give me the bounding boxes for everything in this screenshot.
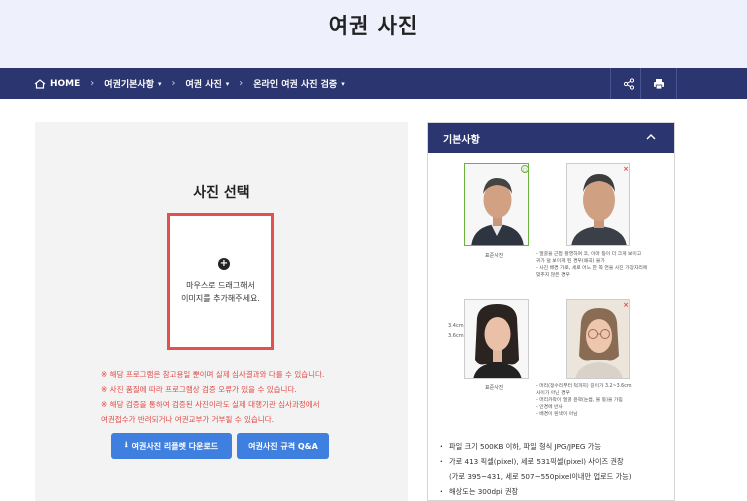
basic-info-header[interactable]: 기본사항 bbox=[428, 123, 674, 153]
upload-title: 사진 선택 bbox=[193, 185, 250, 201]
example-description: - 얼굴을 근접 촬영하여 코, 이마 등이 더 크게 보이고 귀가 덜 보이게… bbox=[536, 252, 648, 278]
example-description: - 머리(정수리부터 턱까지) 길이가 3.2~3.6cm 사이가 아닌 경우 … bbox=[536, 384, 632, 417]
chevron-up-icon[interactable] bbox=[645, 131, 657, 143]
breadcrumb-separator: › bbox=[171, 78, 176, 89]
basic-info-title: 기본사항 bbox=[443, 135, 480, 146]
dropzone-hint-line1: 마우스로 드래그해서 bbox=[186, 281, 255, 290]
breadcrumb-passport-photo[interactable]: 여권 사진 ▾ bbox=[185, 77, 230, 91]
warning-note: ※ 사진 품질에 따라 프로그램상 검증 오류가 있을 수 있습니다. bbox=[101, 385, 297, 394]
warning-note: ※ 해당 검증을 통하여 검증된 사진이라도 실제 대행기관 심사과정에서 bbox=[101, 400, 320, 409]
page: 여권 사진 HOME › 여권기본사항 ▾ › 여권 사진 ▾ › 온라인 여권 bbox=[0, 0, 747, 501]
example-photo-bad-woman bbox=[566, 299, 630, 379]
breadcrumb-separator: › bbox=[90, 78, 95, 89]
breadcrumb-separator: › bbox=[239, 78, 244, 89]
photo-requirements-list: 파일 크기 500KB 이하, 파일 형식 JPG/JPEG 가능 가로 413… bbox=[440, 439, 670, 499]
download-leaflet-label: 여권사진 리플렛 다운로드 bbox=[131, 441, 219, 451]
photo-upload-panel: 사진 선택 + 마우스로 드래그해서 이미지를 추가해주세요. ※ 해당 프로그… bbox=[35, 122, 408, 501]
share-icon bbox=[623, 77, 634, 90]
woman-portrait-icon bbox=[465, 300, 528, 378]
requirement-item: 파일 크기 500KB 이하, 파일 형식 JPG/JPEG 가능 bbox=[440, 439, 670, 454]
breadcrumb-passport-photo-label: 여권 사진 bbox=[185, 80, 222, 90]
page-title: 여권 사진 bbox=[328, 14, 419, 38]
caret-down-icon: ▾ bbox=[225, 79, 230, 88]
man-closeup-portrait-icon bbox=[567, 164, 629, 245]
invalid-mark-icon: × bbox=[623, 301, 629, 309]
print-button[interactable] bbox=[640, 68, 676, 99]
download-icon: ⭳ bbox=[124, 440, 128, 449]
dropzone-hint-line2: 이미지를 추가해주세요. bbox=[181, 294, 260, 303]
caret-down-icon: ▾ bbox=[341, 79, 345, 88]
example-photo-standard-woman bbox=[464, 299, 529, 379]
dimension-label: 3.6cm bbox=[448, 333, 464, 339]
basic-info-panel: 기본사항 ○ 표준사진 × - 얼굴을 근접 촬영하여 코, 이마 등이 더 크… bbox=[427, 122, 675, 501]
dropzone-hint: 마우스로 드래그해서 이미지를 추가해주세요. bbox=[170, 279, 271, 305]
image-dropzone[interactable]: + 마우스로 드래그해서 이미지를 추가해주세요. bbox=[167, 213, 274, 350]
photo-spec-qa-label: 여권사진 규격 Q&A bbox=[248, 441, 318, 451]
caret-down-icon: ▾ bbox=[157, 79, 162, 88]
valid-mark-icon: ○ bbox=[521, 165, 529, 173]
breadcrumb-online-verify-label: 온라인 여권 사진 검증 bbox=[253, 80, 338, 90]
breadcrumb: HOME › 여권기본사항 ▾ › 여권 사진 ▾ › 온라인 여권 사진 검증… bbox=[34, 68, 345, 99]
example-caption: 표준사진 bbox=[485, 385, 504, 391]
add-icon: + bbox=[218, 258, 230, 270]
breadcrumb-passport-basics-label: 여권기본사항 bbox=[104, 80, 154, 90]
example-photo-bad-man bbox=[566, 163, 630, 246]
breadcrumb-bar: HOME › 여권기본사항 ▾ › 여권 사진 ▾ › 온라인 여권 사진 검증… bbox=[0, 68, 747, 99]
example-caption: 표준사진 bbox=[485, 253, 504, 259]
breadcrumb-passport-basics[interactable]: 여권기본사항 ▾ bbox=[104, 77, 162, 91]
photo-spec-qa-button[interactable]: 여권사진 규격 Q&A bbox=[237, 433, 329, 459]
invalid-mark-icon: × bbox=[623, 165, 629, 173]
action-buttons: ⭳ 여권사진 리플렛 다운로드 여권사진 규격 Q&A bbox=[111, 433, 329, 459]
man-portrait-icon bbox=[465, 164, 528, 245]
requirement-subitem: (가로 395~431, 세로 507~550pixel이내만 업로드 가능) bbox=[449, 472, 632, 481]
breadcrumb-online-verify[interactable]: 온라인 여권 사진 검증 ▾ bbox=[253, 77, 345, 91]
woman-glasses-portrait-icon bbox=[567, 300, 629, 378]
warning-note: ※ 해당 프로그램은 참고용일 뿐이며 실제 심사결과와 다를 수 있습니다. bbox=[101, 370, 325, 379]
nav-divider bbox=[676, 68, 677, 99]
requirement-item: 해상도는 300dpi 권장 bbox=[440, 484, 670, 499]
example-photo-standard-man bbox=[464, 163, 529, 246]
page-header: 여권 사진 bbox=[0, 0, 747, 68]
download-leaflet-button[interactable]: ⭳ 여권사진 리플렛 다운로드 bbox=[111, 433, 232, 459]
warning-notes: ※ 해당 프로그램은 참고용일 뿐이며 실제 심사결과와 다를 수 있습니다. … bbox=[101, 367, 401, 427]
breadcrumb-home-label: HOME bbox=[50, 78, 81, 89]
dimension-label: 3.4cm bbox=[448, 323, 464, 329]
requirement-item: 가로 413 픽셀(pixel), 세로 531픽셀(pixel) 사이즈 권장 bbox=[440, 454, 670, 469]
warning-note: 여권접수가 반려되거나 여권교부가 거부될 수 있습니다. bbox=[101, 415, 275, 424]
breadcrumb-home[interactable]: HOME bbox=[34, 79, 80, 89]
print-icon bbox=[653, 78, 664, 89]
home-icon bbox=[34, 78, 46, 89]
